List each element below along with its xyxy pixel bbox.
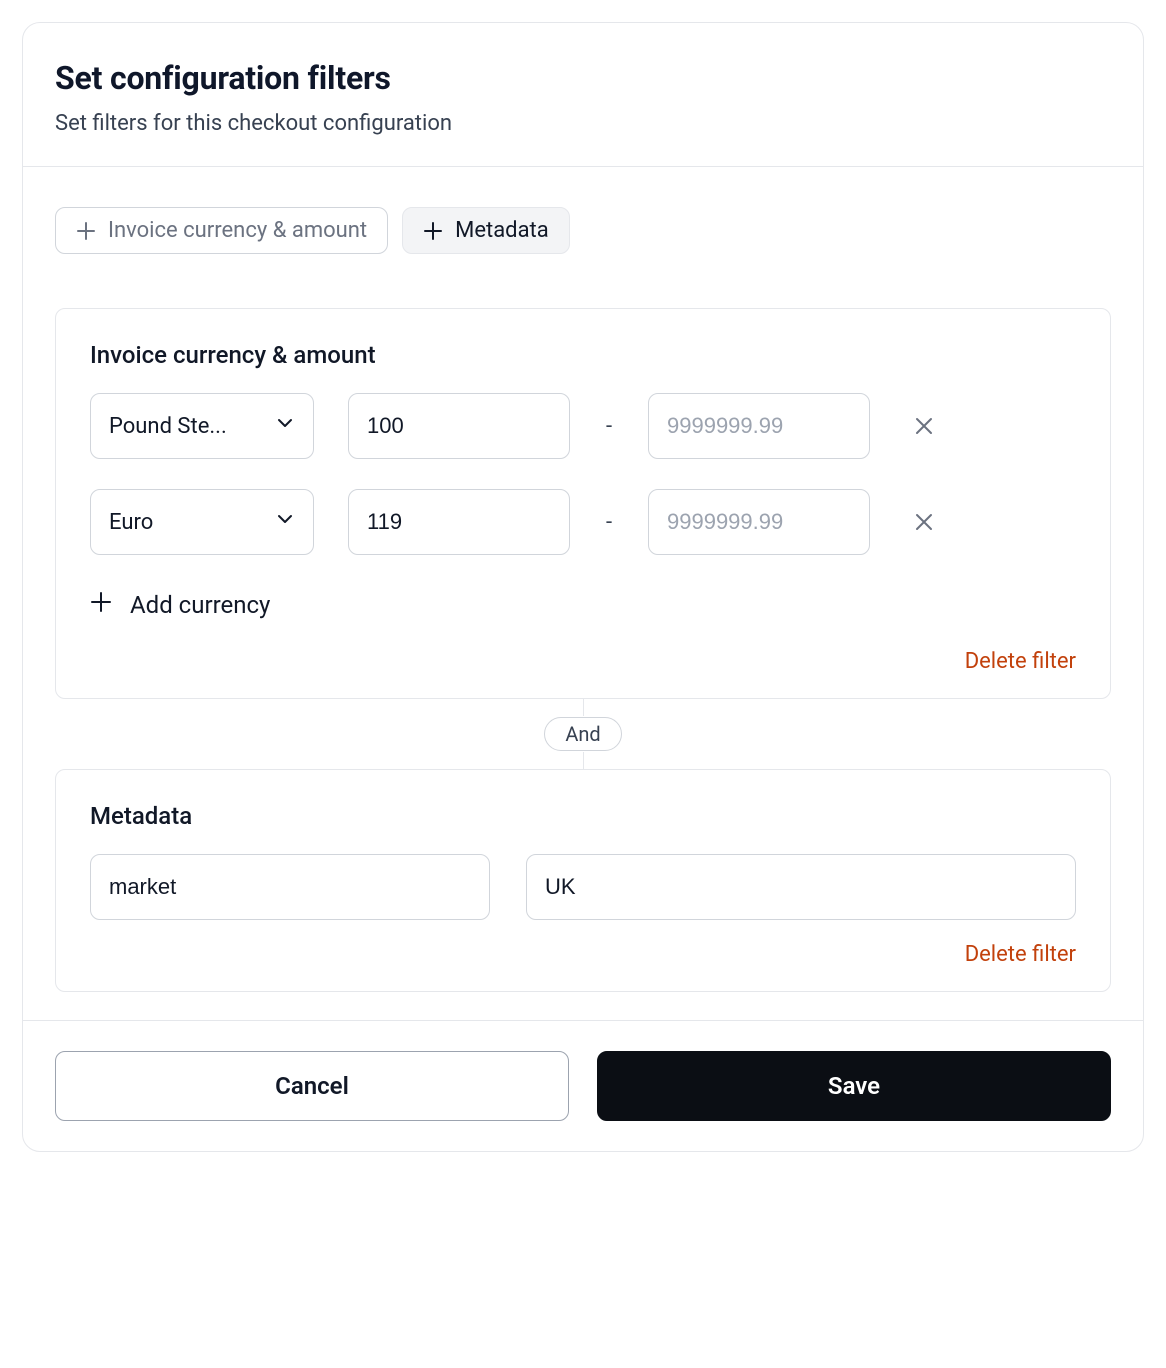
panel-header: Set configuration filters Set filters fo…	[23, 23, 1143, 167]
connector-badge: And	[544, 717, 621, 751]
amount-max-input[interactable]	[648, 393, 870, 459]
cancel-button[interactable]: Cancel	[55, 1051, 569, 1121]
filter-card-metadata: Metadata Delete filter	[55, 769, 1111, 992]
filter-connector: And	[55, 699, 1111, 769]
save-button[interactable]: Save	[597, 1051, 1111, 1121]
panel-body: Invoice currency & amount Metadata Invoi…	[23, 167, 1143, 1020]
remove-row-button[interactable]	[904, 406, 944, 446]
currency-row: Pound Ste... -	[90, 393, 1076, 459]
chip-invoice-currency-amount[interactable]: Invoice currency & amount	[55, 207, 388, 254]
chevron-down-icon	[275, 413, 295, 439]
range-separator: -	[604, 414, 614, 439]
currency-select-label: Pound Ste...	[109, 414, 227, 439]
chip-label: Invoice currency & amount	[108, 218, 367, 243]
remove-row-button[interactable]	[904, 502, 944, 542]
add-currency-button[interactable]: Add currency	[90, 591, 270, 619]
currency-row: Euro -	[90, 489, 1076, 555]
plus-icon	[90, 591, 112, 619]
plus-icon	[76, 221, 96, 241]
panel-subtitle: Set filters for this checkout configurat…	[55, 111, 1111, 136]
amount-max-input[interactable]	[648, 489, 870, 555]
plus-icon	[423, 221, 443, 241]
delete-filter-link[interactable]: Delete filter	[90, 942, 1076, 967]
currency-select[interactable]: Pound Ste...	[90, 393, 314, 459]
currency-select-label: Euro	[109, 510, 153, 535]
currency-select[interactable]: Euro	[90, 489, 314, 555]
close-icon	[913, 511, 935, 533]
amount-min-input[interactable]	[348, 393, 570, 459]
range-separator: -	[604, 510, 614, 535]
config-filters-panel: Set configuration filters Set filters fo…	[22, 22, 1144, 1152]
filter-card-title: Invoice currency & amount	[90, 341, 1076, 369]
chip-label: Metadata	[455, 218, 549, 243]
delete-filter-link[interactable]: Delete filter	[90, 649, 1076, 674]
metadata-row	[90, 854, 1076, 920]
amount-min-input[interactable]	[348, 489, 570, 555]
chip-metadata[interactable]: Metadata	[402, 207, 570, 254]
panel-title: Set configuration filters	[55, 59, 1111, 97]
chevron-down-icon	[275, 509, 295, 535]
filter-card-invoice: Invoice currency & amount Pound Ste... -	[55, 308, 1111, 699]
metadata-value-input[interactable]	[526, 854, 1076, 920]
filter-chips: Invoice currency & amount Metadata	[55, 207, 1111, 254]
filter-card-title: Metadata	[90, 802, 1076, 830]
add-currency-label: Add currency	[130, 591, 270, 619]
panel-footer: Cancel Save	[23, 1020, 1143, 1151]
metadata-key-input[interactable]	[90, 854, 490, 920]
close-icon	[913, 415, 935, 437]
